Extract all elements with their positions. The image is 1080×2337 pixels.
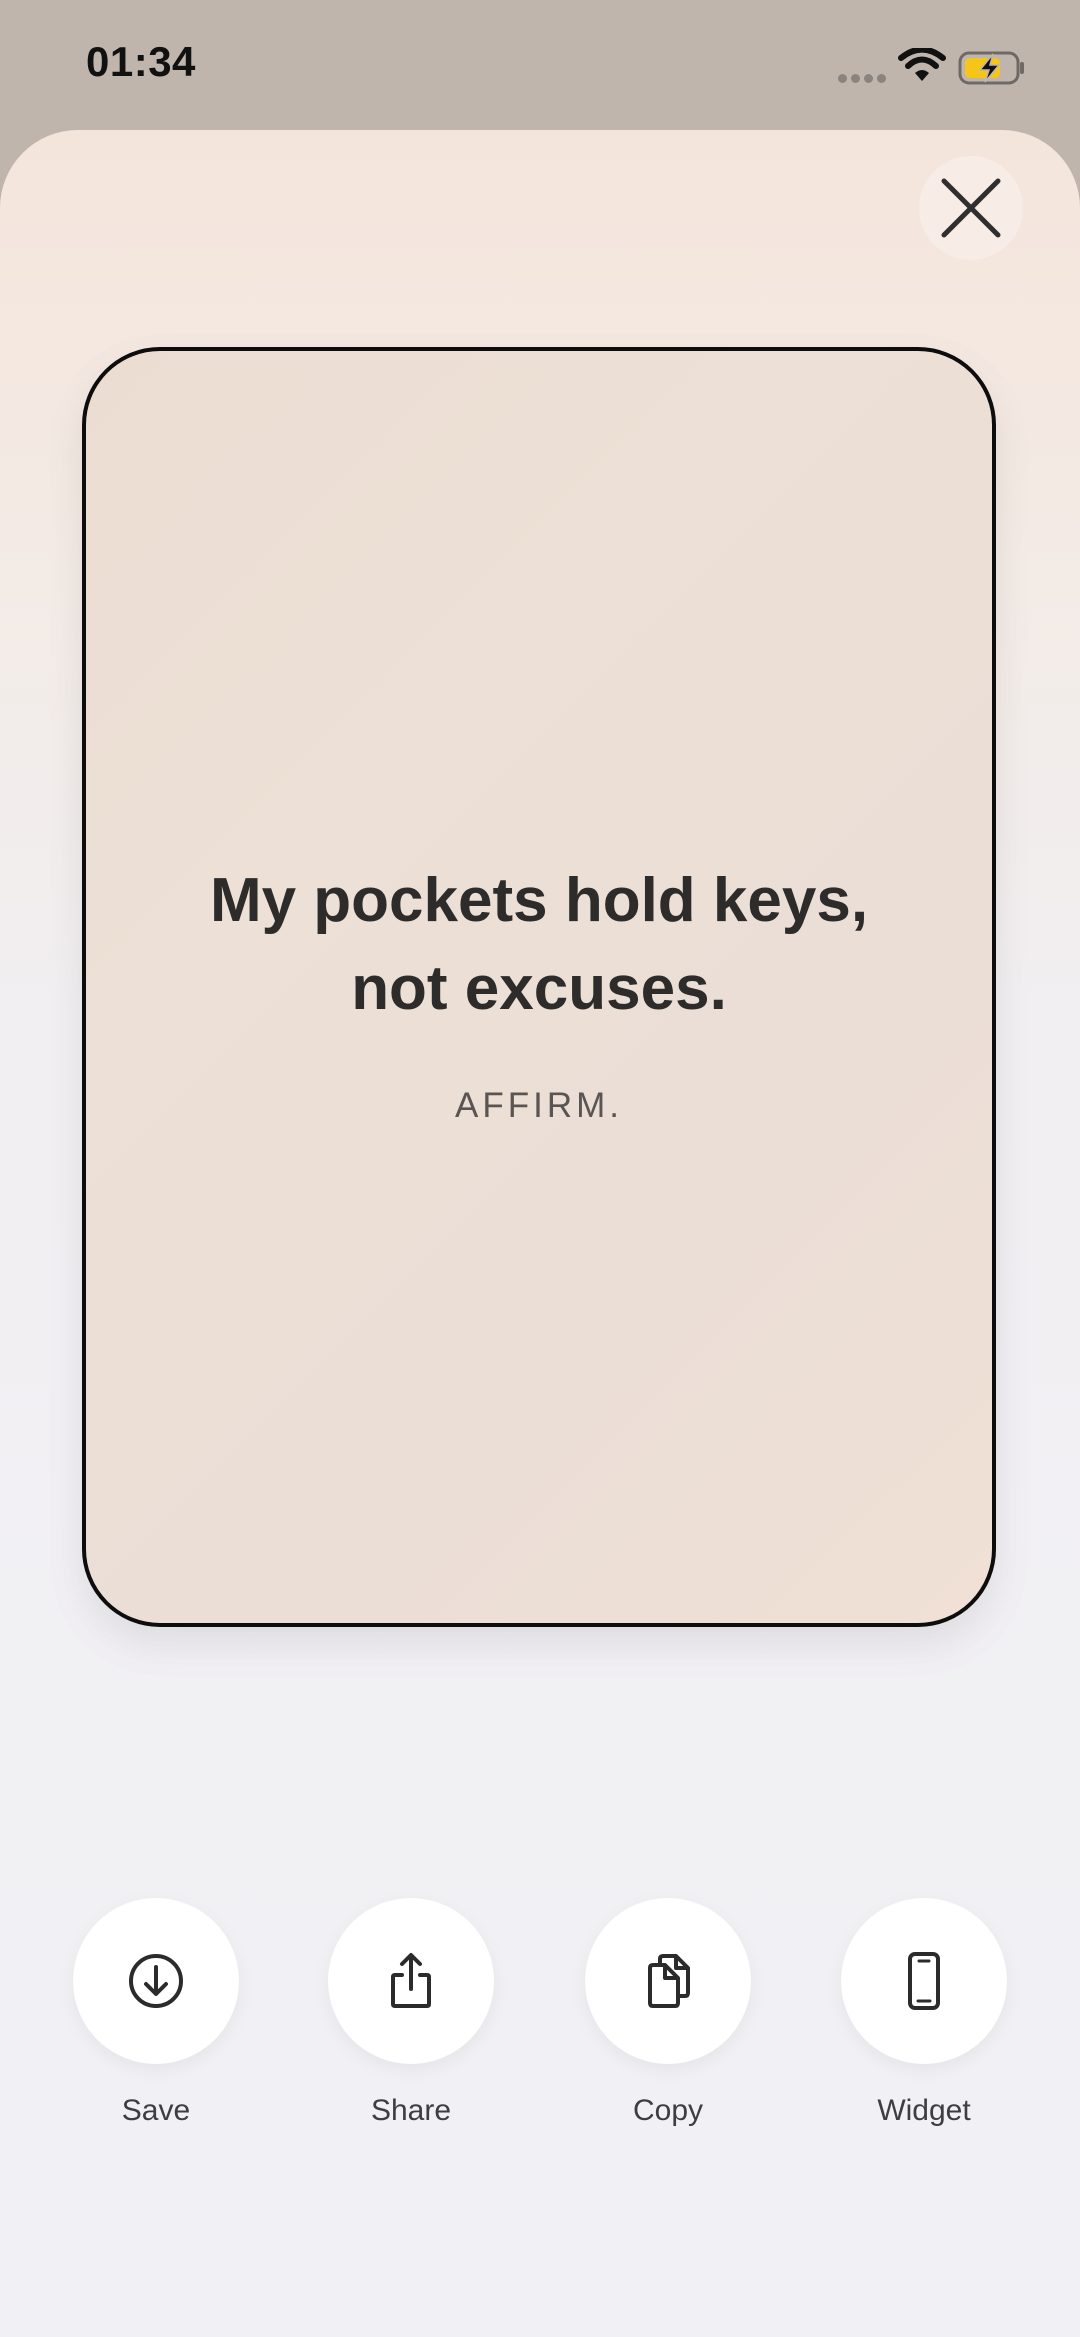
phone-widget-icon xyxy=(908,1952,940,2010)
share-icon xyxy=(391,1953,431,2008)
affirmation-quote: My pockets hold keys, not excuses. xyxy=(126,857,952,1033)
status-bar: 01:34 xyxy=(0,0,1080,130)
widget-label: Widget xyxy=(877,2094,971,2127)
widget-button[interactable]: Widget xyxy=(839,1898,1009,2128)
wifi-icon xyxy=(898,48,946,81)
signal-icon xyxy=(838,74,886,84)
brand-label: AFFIRM. xyxy=(455,1086,623,1125)
close-icon xyxy=(941,178,1001,238)
quote-line-2: not excuses. xyxy=(351,954,727,1023)
widget-circle[interactable] xyxy=(841,1898,1007,2064)
share-circle[interactable] xyxy=(328,1898,494,2064)
battery-charging-icon xyxy=(958,51,1024,85)
copy-button[interactable]: Copy xyxy=(583,1898,753,2128)
close-button[interactable] xyxy=(919,156,1023,260)
save-label: Save xyxy=(121,2094,191,2127)
copy-circle[interactable] xyxy=(585,1898,751,2064)
status-time: 01:34 xyxy=(86,38,196,85)
affirmation-card: My pockets hold keys, not excuses. AFFIR… xyxy=(82,347,996,1627)
download-icon xyxy=(129,1954,183,2008)
copy-label: Copy xyxy=(632,2094,704,2127)
share-label: Share xyxy=(370,2094,452,2127)
save-button[interactable]: Save xyxy=(71,1898,241,2128)
save-circle[interactable] xyxy=(73,1898,239,2064)
share-button[interactable]: Share xyxy=(326,1898,496,2128)
copy-icon xyxy=(648,1954,690,2008)
quote-line-1: My pockets hold keys, xyxy=(209,866,869,935)
